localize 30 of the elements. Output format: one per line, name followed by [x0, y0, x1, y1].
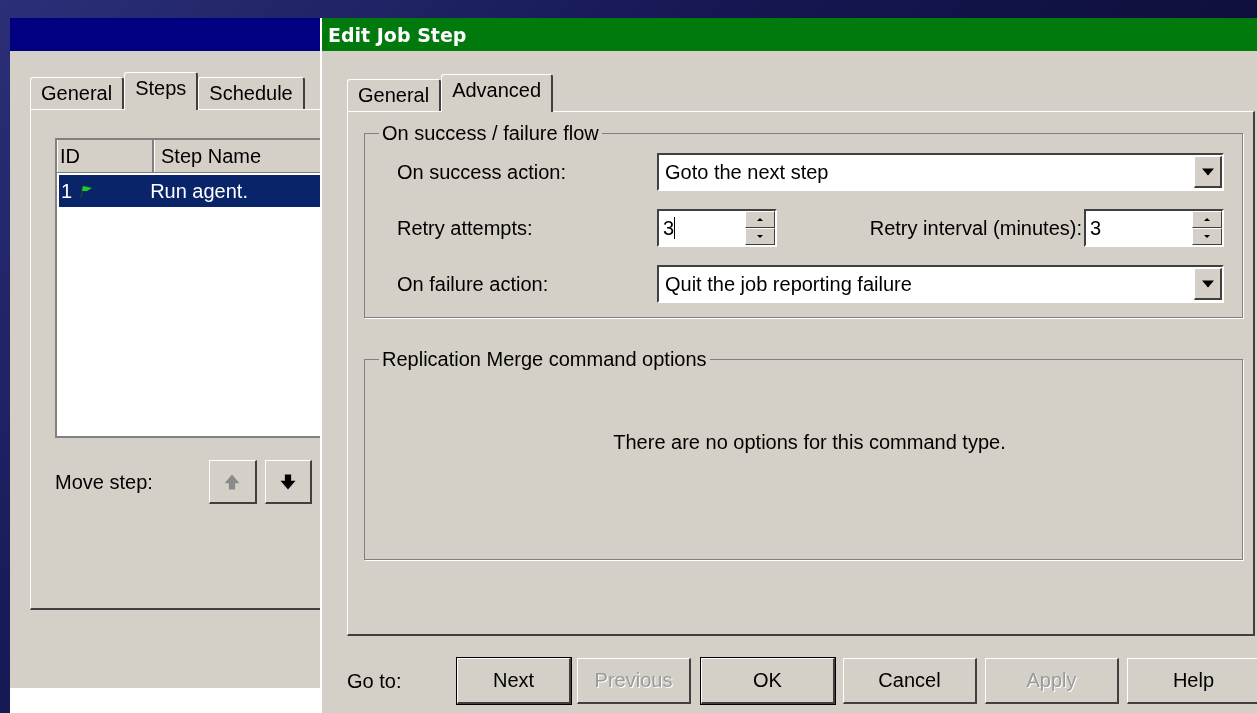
- group-title: On success / failure flow: [381, 122, 600, 145]
- move-down-button[interactable]: [264, 460, 312, 504]
- move-step-label: Move step:: [55, 470, 154, 494]
- field-label: Retry interval (minutes):: [869, 216, 1082, 240]
- tab[interactable]: Advanced: [441, 74, 554, 112]
- field-label: On failure action:: [397, 272, 550, 296]
- info-message: There are no options for this command type.: [613, 431, 1006, 454]
- list-row[interactable]: 1 Run agent.: [59, 175, 320, 207]
- table-cell: Run agent.: [150, 179, 248, 203]
- tab[interactable]: General: [347, 79, 442, 111]
- dropdown[interactable]: Quit the job reporting failure: [657, 265, 1224, 303]
- group-title: Replication Merge command options: [381, 348, 708, 371]
- column-header[interactable]: ID: [57, 140, 154, 172]
- spin-field[interactable]: 3: [657, 209, 777, 247]
- tab[interactable]: Steps: [124, 72, 199, 110]
- field-label: Retry attempts:: [397, 216, 534, 240]
- window-title: Edit Job Step: [328, 23, 467, 46]
- goto-label: Go to:: [347, 669, 403, 693]
- field-label: On success action:: [397, 160, 567, 184]
- tab[interactable]: Schedule: [198, 77, 305, 109]
- table-cell-text: 1: [60, 179, 73, 203]
- dialog-button[interactable]: Help: [1127, 658, 1257, 704]
- spin-arrows-icon: [1192, 211, 1222, 245]
- spin-field[interactable]: 3: [1084, 209, 1224, 247]
- dialog-button[interactable]: Next: [457, 658, 571, 704]
- dropdown[interactable]: Goto the next step: [657, 153, 1224, 191]
- spin-arrows-icon: [745, 211, 775, 245]
- tab[interactable]: General: [30, 77, 125, 109]
- dialog-button[interactable]: Cancel: [843, 658, 977, 704]
- dialog-button[interactable]: OK: [701, 658, 835, 704]
